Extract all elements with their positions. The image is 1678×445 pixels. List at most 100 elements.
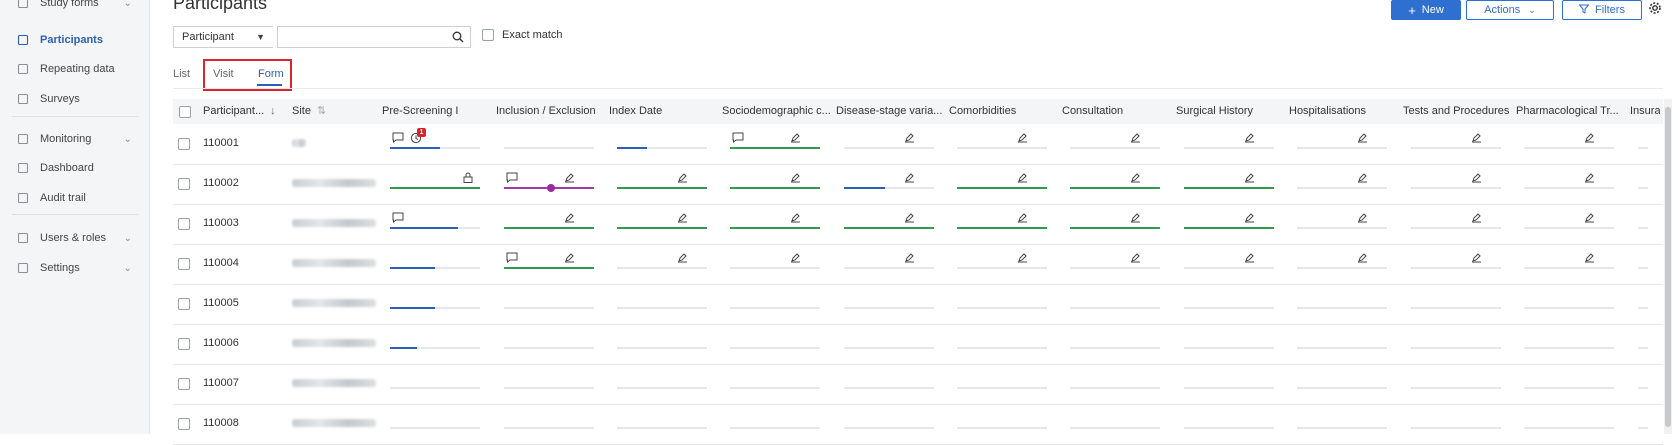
sidebar-item-users-roles[interactable]: Users & roles ⌄ — [0, 226, 150, 250]
form-progress-bar[interactable] — [504, 347, 594, 349]
pen-icon[interactable] — [1357, 212, 1368, 226]
form-progress-bar[interactable] — [390, 187, 480, 189]
form-progress-bar[interactable] — [1070, 387, 1160, 389]
form-progress-bar[interactable] — [504, 307, 594, 309]
pen-icon[interactable] — [904, 172, 915, 186]
form-progress-bar[interactable] — [730, 307, 820, 309]
form-progress-bar[interactable] — [390, 347, 480, 349]
column-header[interactable]: Hospitalisations — [1289, 99, 1399, 124]
form-progress-bar[interactable] — [844, 187, 934, 189]
pen-icon[interactable] — [677, 212, 688, 226]
pen-icon[interactable] — [1584, 252, 1595, 266]
form-progress-bar[interactable] — [957, 267, 1047, 269]
exact-match-toggle[interactable]: Exact match — [482, 29, 563, 41]
vertical-scrollbar[interactable] — [1664, 99, 1672, 434]
pen-icon[interactable] — [1244, 132, 1255, 146]
row-checkbox[interactable] — [178, 418, 190, 430]
form-progress-bar[interactable] — [1411, 187, 1501, 189]
form-progress-bar[interactable] — [844, 267, 934, 269]
exact-match-checkbox[interactable] — [482, 29, 494, 41]
participant-id[interactable]: 110004 — [203, 257, 239, 269]
column-header[interactable]: Pre-Screening I — [382, 99, 492, 124]
search-input[interactable] — [277, 26, 471, 48]
pen-icon[interactable] — [1471, 212, 1482, 226]
row-checkbox[interactable] — [178, 338, 190, 350]
column-header[interactable]: Sociodemographic c... — [722, 99, 832, 124]
form-progress-bar[interactable] — [1297, 307, 1387, 309]
pen-icon[interactable] — [677, 252, 688, 266]
form-progress-bar[interactable] — [504, 147, 594, 149]
form-progress-bar[interactable] — [617, 307, 707, 309]
form-progress-bar[interactable] — [390, 387, 480, 389]
form-progress-bar[interactable] — [390, 227, 480, 229]
form-progress-bar[interactable] — [957, 227, 1047, 229]
form-progress-bar[interactable] — [617, 147, 707, 149]
comment-icon[interactable] — [732, 132, 744, 146]
form-progress-bar[interactable] — [1297, 267, 1387, 269]
pen-icon[interactable] — [1017, 132, 1028, 146]
chevron-down-icon[interactable]: ⌄ — [124, 0, 132, 9]
new-button[interactable]: + New — [1391, 0, 1461, 20]
form-progress-bar[interactable] — [390, 427, 480, 429]
form-progress-bar[interactable] — [844, 347, 934, 349]
form-progress-bar[interactable] — [957, 147, 1047, 149]
chevron-down-icon[interactable]: ⌄ — [124, 233, 132, 244]
column-header[interactable]: Participant... ↓ — [203, 99, 288, 124]
form-progress-bar[interactable] — [844, 147, 934, 149]
comment-icon[interactable] — [392, 132, 404, 146]
filters-button[interactable]: Filters — [1562, 0, 1642, 20]
pen-icon[interactable] — [1244, 172, 1255, 186]
form-progress-bar[interactable] — [844, 427, 934, 429]
form-progress-bar[interactable] — [1638, 267, 1648, 269]
form-progress-bar[interactable] — [1524, 187, 1614, 189]
form-progress-bar[interactable] — [617, 267, 707, 269]
form-progress-bar[interactable] — [617, 187, 707, 189]
form-progress-bar[interactable] — [617, 427, 707, 429]
pen-icon[interactable] — [1357, 252, 1368, 266]
participant-id[interactable]: 110002 — [203, 177, 239, 189]
form-progress-bar[interactable] — [1638, 227, 1648, 229]
pen-icon[interactable] — [564, 212, 575, 226]
row-checkbox[interactable] — [178, 178, 190, 190]
form-progress-bar[interactable] — [1297, 227, 1387, 229]
form-progress-bar[interactable] — [1184, 227, 1274, 229]
form-progress-bar[interactable] — [1184, 347, 1274, 349]
pen-icon[interactable] — [790, 252, 801, 266]
form-progress-bar[interactable] — [504, 427, 594, 429]
form-progress-bar[interactable] — [1070, 227, 1160, 229]
form-progress-bar[interactable] — [1297, 427, 1387, 429]
form-progress-bar[interactable] — [1297, 347, 1387, 349]
form-progress-bar[interactable] — [1638, 147, 1648, 149]
pen-icon[interactable] — [1244, 212, 1255, 226]
sidebar-item-audit-trail[interactable]: Audit trail — [0, 186, 150, 210]
pen-icon[interactable] — [904, 252, 915, 266]
pen-icon[interactable] — [1130, 172, 1141, 186]
pen-icon[interactable] — [1130, 132, 1141, 146]
column-header[interactable]: Index Date — [609, 99, 718, 124]
form-progress-bar[interactable] — [504, 227, 594, 229]
comment-icon[interactable] — [392, 212, 404, 226]
column-header[interactable]: Comorbidities — [949, 99, 1058, 124]
sidebar-item-repeating-data[interactable]: Repeating data — [0, 57, 150, 81]
participant-id[interactable]: 110005 — [203, 297, 239, 309]
sidebar-item-study-forms[interactable]: Study forms ⌄ — [0, 0, 150, 15]
participant-id[interactable]: 110008 — [203, 417, 239, 429]
scrollbar-thumb[interactable] — [1665, 107, 1671, 427]
form-progress-bar[interactable] — [1297, 147, 1387, 149]
form-progress-bar[interactable] — [844, 307, 934, 309]
form-progress-bar[interactable] — [730, 427, 820, 429]
form-progress-bar[interactable] — [1184, 187, 1274, 189]
form-progress-bar[interactable] — [1070, 427, 1160, 429]
form-progress-bar[interactable] — [1411, 267, 1501, 269]
sort-desc-icon[interactable]: ↓ — [270, 105, 276, 117]
form-progress-bar[interactable] — [1524, 347, 1614, 349]
row-checkbox[interactable] — [178, 138, 190, 150]
sort-icon[interactable]: ⇅ — [317, 105, 326, 117]
column-header[interactable]: Site ⇅ — [292, 99, 378, 124]
form-progress-bar[interactable] — [617, 347, 707, 349]
pen-icon[interactable] — [904, 212, 915, 226]
form-progress-bar[interactable] — [1524, 227, 1614, 229]
form-progress-bar[interactable] — [1638, 307, 1648, 309]
form-progress-bar[interactable] — [1638, 187, 1648, 189]
pen-icon[interactable] — [1584, 132, 1595, 146]
